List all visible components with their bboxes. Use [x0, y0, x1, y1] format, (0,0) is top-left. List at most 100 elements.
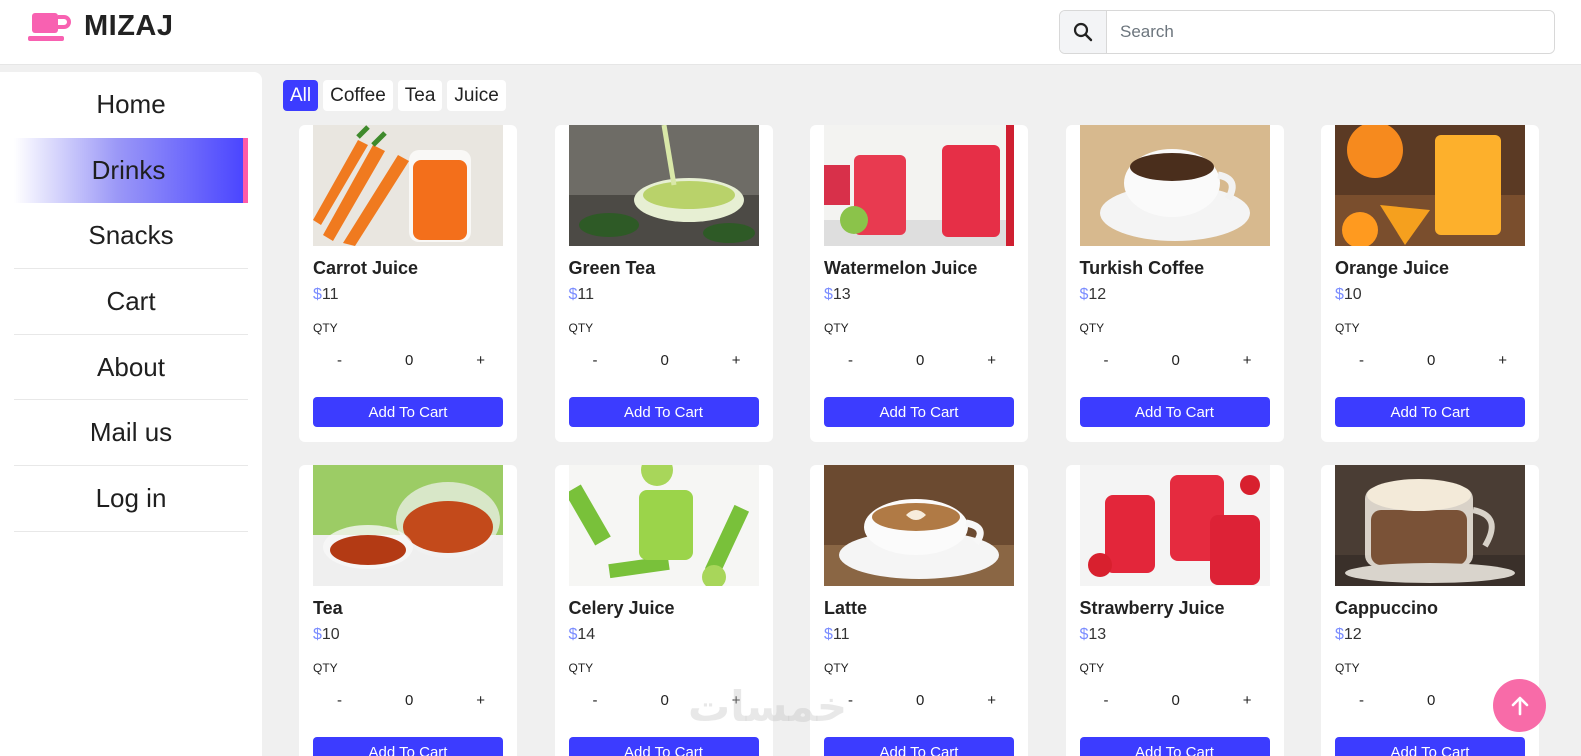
- top-header: MIZAJ: [0, 0, 1581, 65]
- product-image: [1079, 465, 1270, 586]
- product-price: $11: [824, 626, 1014, 644]
- decrement-button[interactable]: -: [337, 692, 342, 709]
- search-input[interactable]: [1107, 11, 1554, 53]
- decrement-button[interactable]: -: [848, 352, 853, 369]
- product-price: $11: [313, 286, 503, 304]
- price-value: 12: [1088, 286, 1107, 303]
- decrement-button[interactable]: -: [593, 352, 598, 369]
- price-value: 10: [1343, 286, 1362, 303]
- quantity-stepper: - 0 +: [313, 349, 503, 371]
- sidebar-item-log-in[interactable]: Log in: [14, 466, 248, 532]
- price-value: 14: [577, 626, 596, 643]
- product-name: Latte: [824, 598, 868, 618]
- scroll-to-top-button[interactable]: [1493, 679, 1546, 732]
- increment-button[interactable]: +: [987, 692, 996, 709]
- search-icon: [1073, 22, 1093, 42]
- currency-symbol: $: [1335, 626, 1344, 643]
- quantity-value: 0: [404, 691, 414, 709]
- increment-button[interactable]: +: [476, 352, 485, 369]
- product-card: Green Tea $11 QTY - 0 + Add To Cart: [554, 125, 773, 442]
- add-to-cart-button[interactable]: Add To Cart: [1335, 737, 1525, 756]
- price-value: 11: [321, 286, 339, 303]
- search-bar: [1059, 10, 1555, 54]
- qty-label: QTY: [1079, 321, 1105, 335]
- product-name: Orange Juice: [1335, 258, 1450, 278]
- qty-label: QTY: [1335, 661, 1360, 675]
- product-image: [1335, 125, 1525, 246]
- product-price: $13: [1080, 626, 1270, 644]
- add-to-cart-button[interactable]: Add To Cart: [1079, 397, 1270, 427]
- add-to-cart-button[interactable]: Add To Cart: [824, 397, 1014, 427]
- search-button[interactable]: [1060, 11, 1107, 53]
- increment-button[interactable]: +: [732, 352, 741, 369]
- product-price: $11: [569, 286, 759, 304]
- filter-juice[interactable]: Juice: [447, 80, 506, 111]
- product-name: Carrot Juice: [313, 258, 419, 278]
- quantity-value: 0: [660, 351, 669, 369]
- filter-all[interactable]: All: [283, 80, 319, 111]
- add-to-cart-button[interactable]: Add To Cart: [824, 737, 1014, 756]
- increment-button[interactable]: +: [1498, 352, 1507, 369]
- quantity-value: 0: [660, 691, 669, 709]
- decrement-button[interactable]: -: [337, 352, 342, 369]
- currency-symbol: $: [313, 626, 322, 643]
- product-price: $14: [569, 626, 759, 644]
- product-image: [313, 125, 503, 246]
- sidebar-item-drinks[interactable]: Drinks: [14, 137, 248, 204]
- decrement-button[interactable]: -: [848, 692, 853, 709]
- brand-name: MIZAJ: [84, 10, 174, 42]
- increment-button[interactable]: +: [476, 692, 485, 709]
- product-grid: Carrot Juice $11 QTY -0 + Add To Cart Green Te…: [299, 125, 1539, 756]
- increment-button[interactable]: +: [1243, 352, 1252, 369]
- decrement-button[interactable]: -: [1359, 352, 1364, 369]
- quantity-value: 0: [1171, 691, 1180, 709]
- add-to-cart-button[interactable]: Add To Cart: [1079, 737, 1270, 756]
- product-card: Carrot Juice $11 QTY - 0 + Add To Cart: [299, 125, 517, 442]
- sidebar-item-cart[interactable]: Cart: [14, 269, 248, 335]
- quantity-value: 0: [404, 351, 414, 369]
- filter-coffee[interactable]: Coffee: [323, 80, 393, 111]
- product-image: [824, 465, 1014, 586]
- decrement-button[interactable]: -: [1359, 692, 1364, 709]
- add-to-cart-button[interactable]: Add To Cart: [1335, 397, 1525, 427]
- sidebar-item-about[interactable]: About: [14, 335, 248, 401]
- watermark: خمسات: [688, 682, 848, 731]
- product-card: Orange Juice $10 QTY - 0 + Add To Cart: [1321, 125, 1539, 442]
- sidebar-item-home[interactable]: Home: [14, 72, 248, 138]
- brand[interactable]: MIZAJ: [28, 10, 174, 43]
- product-price: $12: [1335, 626, 1525, 644]
- product-card: Tea $10 QTY - 0 + Add To Cart: [299, 465, 517, 756]
- qty-label: QTY: [313, 661, 338, 675]
- quantity-value: 0: [915, 351, 925, 369]
- quantity-value: 0: [915, 691, 925, 709]
- add-to-cart-button[interactable]: Add To Cart: [568, 397, 759, 427]
- price-value: 13: [832, 286, 851, 303]
- price-value: 12: [1343, 626, 1362, 643]
- product-card: Watermelon Juice $13 QTY - 0 + Add To Cart: [810, 125, 1028, 442]
- filter-tea[interactable]: Tea: [397, 80, 443, 111]
- price-value: 11: [577, 286, 595, 303]
- product-image: [313, 465, 503, 586]
- increment-button[interactable]: +: [987, 352, 996, 369]
- decrement-button[interactable]: -: [1104, 352, 1109, 369]
- increment-button[interactable]: +: [1243, 692, 1252, 709]
- product-card: Turkish Coffee $12 QTY - 0 + Add To Cart: [1065, 125, 1284, 442]
- add-to-cart-button[interactable]: Add To Cart: [313, 737, 503, 756]
- decrement-button[interactable]: -: [1104, 692, 1109, 709]
- product-name: Tea: [313, 598, 343, 618]
- add-to-cart-button[interactable]: Add To Cart: [313, 397, 503, 427]
- qty-label: QTY: [1335, 321, 1360, 335]
- product-name: Green Tea: [568, 258, 656, 278]
- quantity-stepper: - 0 +: [569, 349, 759, 371]
- sidebar-item-mail-us[interactable]: Mail us: [14, 400, 248, 467]
- decrement-button[interactable]: -: [593, 692, 598, 709]
- product-name: Strawberry Juice: [1079, 598, 1225, 618]
- add-to-cart-button[interactable]: Add To Cart: [568, 737, 759, 756]
- qty-label: QTY: [568, 661, 594, 675]
- product-image: [1335, 465, 1525, 586]
- quantity-stepper: - 0 +: [313, 689, 503, 711]
- qty-label: QTY: [568, 321, 594, 335]
- sidebar-item-snacks[interactable]: Snacks: [14, 203, 248, 270]
- product-image: [568, 125, 759, 246]
- product-image: [1079, 125, 1270, 246]
